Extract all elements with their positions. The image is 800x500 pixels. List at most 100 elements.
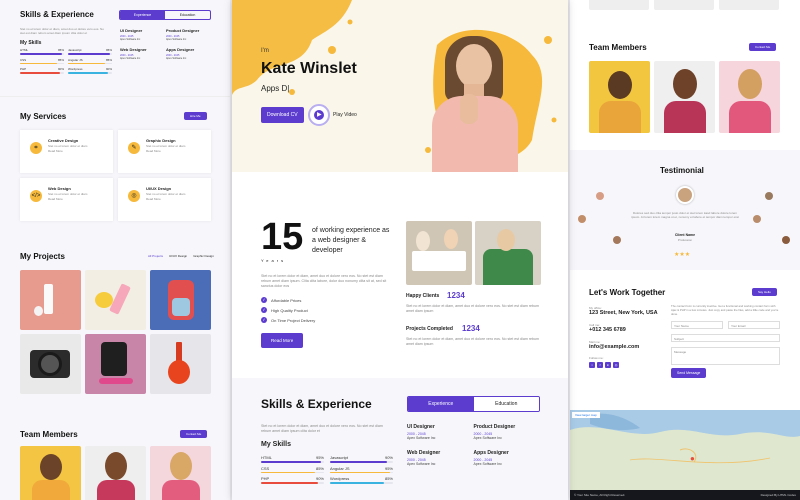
contact-me-button-right[interactable]: Contact Me bbox=[749, 43, 777, 51]
facebook-icon[interactable]: f bbox=[597, 362, 603, 368]
project-thumb-nailpolish[interactable] bbox=[150, 334, 211, 394]
skill-percent: 95% bbox=[105, 48, 112, 52]
skill-item: PHP 90% bbox=[261, 476, 324, 487]
service-read-more[interactable]: Read More bbox=[48, 149, 63, 153]
skill-percent: 90% bbox=[57, 67, 64, 71]
right-preview-panel: Team Members Contact Me Testimonial Dolo… bbox=[570, 0, 800, 500]
service-desc: Stet no et lorem dolor et diam bbox=[146, 192, 186, 196]
skill-bar-fill bbox=[261, 482, 318, 484]
send-message-button[interactable]: Send Message bbox=[671, 368, 707, 378]
phone-number[interactable]: +012 345 6789 bbox=[589, 327, 626, 333]
crop-icon: ⌗ bbox=[30, 142, 42, 154]
project-thumb-cosmetics[interactable] bbox=[20, 270, 81, 330]
twitter-icon[interactable]: t bbox=[589, 362, 595, 368]
skill-bar-fill bbox=[330, 471, 390, 473]
name-field[interactable]: Your Name bbox=[671, 321, 723, 329]
job-item: Web Designer 2000 - 2045 Apex Software Inc bbox=[120, 47, 166, 60]
job-title: UI Designer bbox=[120, 28, 143, 33]
tab-experience-main[interactable]: Experience bbox=[408, 397, 474, 411]
instagram-icon[interactable]: ◎ bbox=[613, 362, 619, 368]
job-title: Web Designer bbox=[407, 450, 441, 456]
project-thumb-lemon[interactable] bbox=[85, 270, 146, 330]
skill-percent: 85% bbox=[315, 465, 324, 471]
service-card[interactable]: </> Web Design Stet no et lorem dolor et d… bbox=[20, 178, 113, 221]
read-more-button[interactable]: Read More bbox=[261, 333, 304, 348]
service-read-more[interactable]: Read More bbox=[146, 149, 161, 153]
skill-row: CSS 85% bbox=[20, 58, 64, 62]
job-title: Apps Designer bbox=[473, 450, 509, 456]
skills-tabs-main[interactable]: Experience Education bbox=[407, 396, 540, 412]
skill-row: Javascript 90% bbox=[330, 455, 393, 460]
job-company: Apex Software Inc bbox=[166, 38, 187, 41]
skill-item: PHP 90% bbox=[20, 67, 64, 77]
skill-bar-fill bbox=[20, 72, 60, 74]
job-company: Apex Software Inc bbox=[120, 57, 141, 60]
filter-all[interactable]: All Projects bbox=[148, 254, 163, 258]
subject-field[interactable]: Subject bbox=[671, 334, 780, 342]
skills-tabs[interactable]: Experience Education bbox=[119, 10, 211, 20]
skill-bar-track bbox=[261, 482, 324, 484]
skill-name: HTML bbox=[20, 48, 29, 52]
job-item: UI Designer 2000 - 2045 Apex Software Inc bbox=[120, 28, 166, 41]
job-company: Apex Software Inc bbox=[407, 462, 436, 466]
skill-percent: 85% bbox=[57, 57, 64, 62]
play-video-label: Play Video bbox=[333, 112, 357, 118]
project-thumb-skates[interactable] bbox=[85, 334, 146, 394]
skill-row: PHP 90% bbox=[261, 476, 324, 481]
message-field[interactable]: Message bbox=[671, 347, 780, 365]
job-company: Apex Software Inc bbox=[407, 436, 436, 440]
say-hello-button[interactable]: Say Hello bbox=[752, 288, 777, 296]
service-read-more[interactable]: Read More bbox=[146, 197, 161, 201]
projects-completed-count: 1234 bbox=[462, 324, 480, 333]
skills-title-main: Skills & Experience bbox=[261, 397, 372, 411]
filter-graphic[interactable]: Graphic Design bbox=[193, 254, 214, 258]
linkedin-icon[interactable]: in bbox=[605, 362, 611, 368]
skill-row: HTML 95% bbox=[20, 48, 64, 52]
service-card[interactable]: ✎ Graphic Design Stet no et lorem dolor et… bbox=[118, 130, 211, 173]
service-card[interactable]: ⌗ Creative Design Stet no et lorem dolor e… bbox=[20, 130, 113, 173]
play-video-button[interactable]: ▶ bbox=[308, 104, 330, 126]
map-embed[interactable]: View larger map ● bbox=[570, 410, 800, 490]
filter-uiux[interactable]: UI/UX Design bbox=[169, 254, 187, 258]
tab-education-main[interactable]: Education bbox=[473, 397, 539, 411]
job-company: Apex Software Inc bbox=[473, 436, 502, 440]
skill-bar-track bbox=[68, 72, 112, 74]
testimonial-avatar-f bbox=[782, 236, 790, 244]
project-thumb-camera[interactable] bbox=[20, 334, 81, 394]
service-read-more[interactable]: Read More bbox=[48, 197, 63, 201]
skill-row: PHP 90% bbox=[20, 67, 64, 71]
skill-percent: 90% bbox=[105, 67, 112, 71]
footer: © Your Site Name, All Right Reserved. De… bbox=[570, 490, 800, 500]
email-address[interactable]: info@example.com bbox=[589, 344, 639, 350]
happy-clients-desc: Stet no et lorem dolor et diam, amet duo… bbox=[406, 304, 540, 314]
service-card[interactable]: ◎ UI/UX Design Stet no et lorem dolor et d… bbox=[118, 178, 211, 221]
skill-name: CSS bbox=[261, 465, 270, 471]
office-photo-1 bbox=[406, 221, 472, 285]
download-cv-button[interactable]: Download CV bbox=[261, 107, 304, 123]
skill-item: CSS 85% bbox=[20, 58, 64, 68]
email-field[interactable]: Your Email bbox=[728, 321, 780, 329]
skill-name: HTML bbox=[261, 455, 272, 460]
feature-checklist: ✓ Affordable Prices ✓ High Quality Product ✓… bbox=[261, 297, 389, 327]
hero-im: I'm bbox=[261, 48, 269, 54]
team-title-right: Team Members bbox=[589, 43, 647, 52]
testimonial-avatar-a bbox=[596, 192, 604, 200]
skill-row: Angular JS 85% bbox=[68, 58, 112, 62]
follow-label: Follow me: bbox=[589, 356, 604, 360]
job-title: Product Designer bbox=[473, 424, 516, 430]
play-icon: ▶ bbox=[317, 112, 322, 118]
checklist-text: High Quality Product bbox=[271, 307, 308, 313]
team-photo-2-right bbox=[654, 61, 715, 133]
skill-row: Javascript 95% bbox=[68, 48, 112, 52]
contact-me-button-left[interactable]: Contact Me bbox=[180, 430, 208, 438]
skill-item: Wordpress 85% bbox=[330, 476, 393, 487]
job-list-main: UI Designer 2000 - 2045 Apex Software Inc P… bbox=[407, 424, 540, 466]
skill-item: HTML 95% bbox=[261, 455, 324, 466]
tab-education[interactable]: Education bbox=[165, 11, 210, 19]
view-larger-map-link[interactable]: View larger map bbox=[572, 412, 600, 418]
hire-me-button[interactable]: Hire Me bbox=[184, 112, 207, 120]
tab-experience[interactable]: Experience bbox=[120, 11, 165, 19]
skill-name: Angular JS bbox=[330, 465, 350, 471]
map-pin-icon: ● bbox=[690, 454, 695, 463]
project-thumb-backpack[interactable] bbox=[150, 270, 211, 330]
